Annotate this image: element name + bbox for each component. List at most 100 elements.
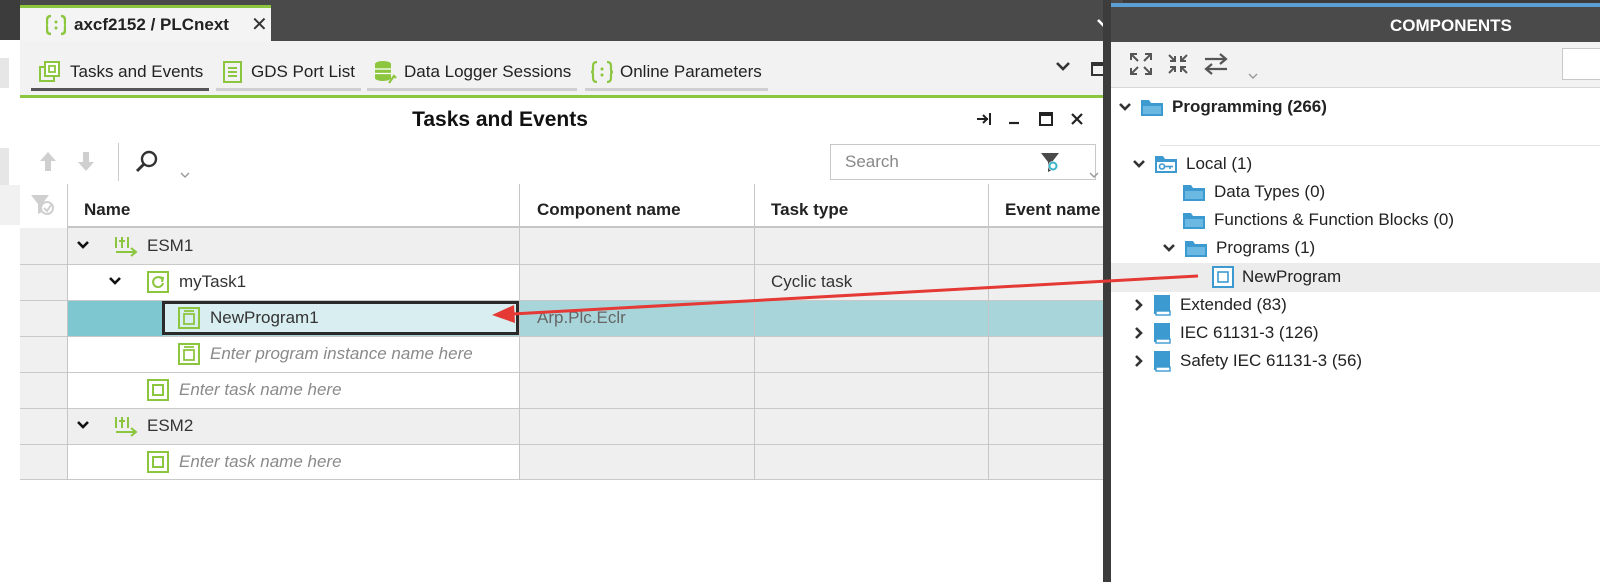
row-name: ESM1 xyxy=(147,236,194,255)
close-icon xyxy=(1071,113,1083,125)
components-header: COMPONENTS xyxy=(1111,3,1600,42)
close-icon[interactable]: ✕ xyxy=(251,12,268,37)
chevron-down-icon xyxy=(77,421,89,429)
dropdown-triangle-icon xyxy=(180,172,190,178)
program-instance-placeholder[interactable]: Enter program instance name here xyxy=(210,344,473,364)
group-row-bg xyxy=(67,408,1103,444)
minimize-button[interactable] xyxy=(1003,108,1025,130)
filter-clear-icon xyxy=(31,195,54,215)
folder-icon xyxy=(1183,213,1205,229)
expand-toggle[interactable] xyxy=(76,420,90,430)
arrow-up-icon xyxy=(40,152,56,171)
close-panel-button[interactable] xyxy=(1066,108,1088,130)
row-name: NewProgram1 xyxy=(210,308,319,327)
tree-node-data-types[interactable]: Data Types (0) xyxy=(1182,181,1325,203)
tree-node-newprogram[interactable]: NewProgram xyxy=(1212,266,1341,288)
components-search-input[interactable] xyxy=(1562,48,1600,80)
column-header-name[interactable]: Name xyxy=(84,184,130,227)
row-divider xyxy=(20,336,1103,337)
clear-filter-button[interactable] xyxy=(29,192,57,218)
tree-node-programs[interactable]: Programs (1) xyxy=(1162,237,1315,259)
chevron-down-icon xyxy=(77,241,89,249)
sync-button[interactable] xyxy=(1202,51,1230,77)
name-cell-bg xyxy=(67,264,519,300)
filter-icon xyxy=(1041,153,1059,172)
maximize-icon xyxy=(1039,112,1053,126)
chevron-right-icon xyxy=(1135,299,1143,311)
selected-row-indent xyxy=(67,300,163,336)
panel-splitter[interactable] xyxy=(1103,0,1111,582)
collapse-all-button[interactable] xyxy=(1165,51,1191,77)
dropdown-triangle-icon xyxy=(1089,172,1099,178)
row-name: ESM2 xyxy=(147,416,194,435)
expand-toggle[interactable] xyxy=(108,276,122,286)
plcnext-icon xyxy=(591,60,613,83)
expand-all-button[interactable] xyxy=(1128,51,1154,77)
tree-label: NewProgram xyxy=(1242,267,1342,286)
list-icon xyxy=(223,60,242,83)
column-header-component[interactable]: Component name xyxy=(537,184,681,227)
tree-node-programming[interactable]: Programming (266) xyxy=(1118,96,1327,118)
row-name: myTask1 xyxy=(179,272,247,291)
find-button[interactable] xyxy=(134,149,160,175)
tree-separator xyxy=(1160,145,1600,146)
tree-node-extended[interactable]: Extended (83) xyxy=(1134,294,1287,316)
column-header-task-type[interactable]: Task type xyxy=(771,184,848,227)
filter-button[interactable] xyxy=(1039,151,1061,173)
tree-label: Programs (1) xyxy=(1216,238,1316,257)
row-cells-bg xyxy=(519,444,1103,480)
pin-button[interactable] xyxy=(973,108,995,130)
column-divider xyxy=(519,184,520,480)
chevron-down-icon xyxy=(1133,160,1145,168)
column-divider xyxy=(754,184,755,480)
row-divider xyxy=(20,408,1103,409)
task-name-placeholder[interactable]: Enter task name here xyxy=(179,452,342,472)
program-instance-icon xyxy=(178,342,200,366)
tree-label: Programming (266) xyxy=(1172,97,1327,116)
tab-tasks-and-events[interactable]: Tasks and Events xyxy=(31,55,210,91)
find-dropdown[interactable] xyxy=(180,172,190,178)
tree-label: IEC 61131-3 (126) xyxy=(1180,323,1319,342)
maximize-panel-button[interactable] xyxy=(1035,108,1057,130)
minimize-icon xyxy=(1009,121,1019,125)
chevron-down-icon xyxy=(1119,103,1131,111)
tree-node-functions[interactable]: Functions & Function Blocks (0) xyxy=(1182,209,1454,231)
tab-data-logger-sessions[interactable]: Data Logger Sessions xyxy=(367,55,578,91)
collapse-all-icon xyxy=(1168,54,1188,74)
row-divider xyxy=(20,444,1103,445)
tree-node-iec[interactable]: IEC 61131-3 (126) xyxy=(1134,322,1319,344)
left-side-panel xyxy=(0,40,20,582)
arrow-down-icon xyxy=(78,152,94,171)
book-icon xyxy=(1154,323,1171,344)
expand-all-icon xyxy=(1130,53,1152,75)
tab-label: Online Parameters xyxy=(620,61,762,81)
toolbar-dropdown[interactable] xyxy=(1248,73,1258,79)
magnifier-icon xyxy=(135,150,158,173)
database-icon xyxy=(375,60,397,84)
document-tab[interactable]: axcf2152 / PLCnext ✕ xyxy=(20,5,271,41)
subtab-overflow-button[interactable] xyxy=(1055,60,1071,72)
row-component: Arp.Plc.Eclr xyxy=(537,308,626,327)
chevron-down-icon xyxy=(1163,244,1175,252)
tab-gds-port-list[interactable]: GDS Port List xyxy=(216,55,361,91)
tree-label: Extended (83) xyxy=(1180,295,1287,314)
tab-label: GDS Port List xyxy=(251,61,355,81)
row-header-column xyxy=(20,228,67,480)
column-divider xyxy=(67,184,68,480)
sync-arrows-icon xyxy=(1204,53,1228,75)
row-divider xyxy=(20,479,1103,480)
tree-node-safety-iec[interactable]: Safety IEC 61131-3 (56) xyxy=(1134,350,1362,372)
chevron-right-icon xyxy=(1135,355,1143,367)
tab-online-parameters[interactable]: Online Parameters xyxy=(585,55,768,91)
move-up-button[interactable] xyxy=(37,149,59,173)
document-tab-title: axcf2152 / PLCnext xyxy=(74,14,229,34)
expand-toggle[interactable] xyxy=(76,240,90,250)
book-icon xyxy=(1154,351,1171,372)
esm-icon xyxy=(114,235,140,257)
search-options-dropdown[interactable] xyxy=(1089,172,1099,178)
tree-node-local[interactable]: Local (1) xyxy=(1132,153,1252,175)
move-down-button[interactable] xyxy=(75,149,97,173)
column-header-event-name[interactable]: Event name xyxy=(1005,184,1103,227)
toolbar-separator xyxy=(118,143,119,181)
task-name-placeholder[interactable]: Enter task name here xyxy=(179,380,342,400)
